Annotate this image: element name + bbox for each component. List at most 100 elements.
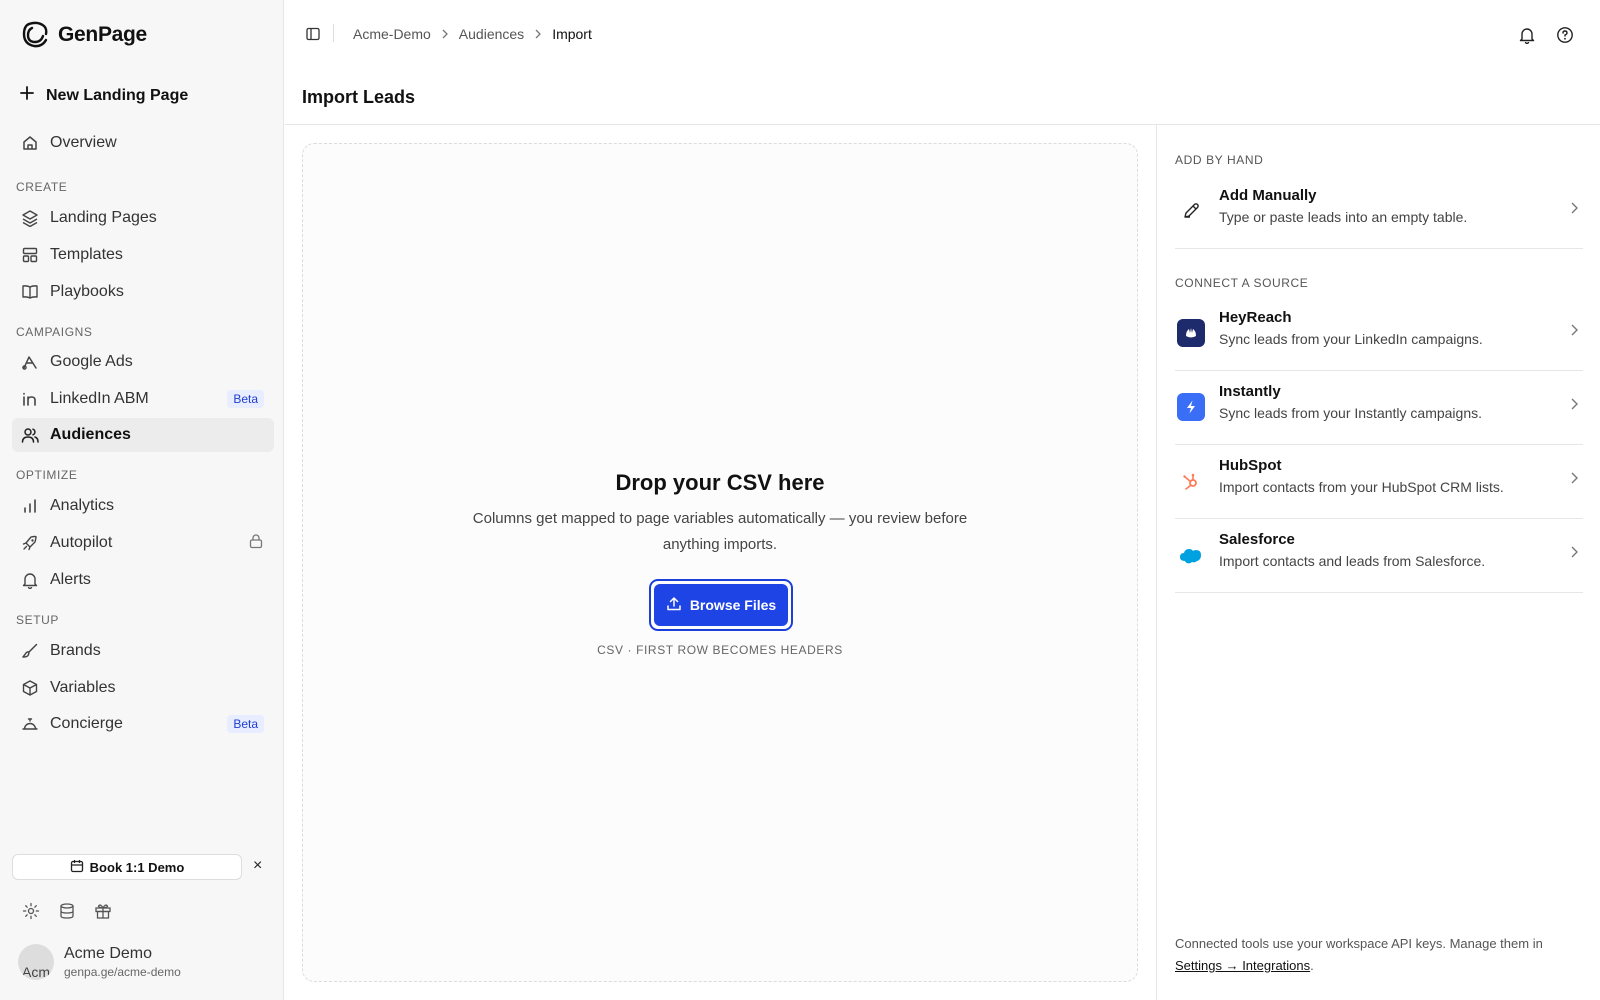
sidebar-item-concierge[interactable]: Concierge Beta xyxy=(12,707,274,741)
source-title: HeyReach xyxy=(1219,309,1292,326)
dropzone-hint: CSV · FIRST ROW BECOMES HEADERS xyxy=(597,643,843,657)
new-landing-page-button[interactable]: New Landing Page xyxy=(20,86,188,105)
notification-bell-icon[interactable] xyxy=(1518,26,1536,49)
chevron-right-icon xyxy=(1569,323,1579,342)
panel-footer-note: Connected tools use your workspace API k… xyxy=(1175,933,1585,977)
book-demo-label: Book 1:1 Demo xyxy=(89,859,185,875)
sidebar-item-label: Variables xyxy=(50,679,116,696)
section-label-optimize: OPTIMIZE xyxy=(16,468,78,482)
dropzone-title: Drop your CSV here xyxy=(615,470,825,495)
source-description: Import contacts from your HubSpot CRM li… xyxy=(1219,479,1504,495)
breadcrumb-item-workspace[interactable]: Acme-Demo xyxy=(353,26,431,42)
dropzone-description: Columns get mapped to page variables aut… xyxy=(472,510,968,553)
sidebar-item-analytics[interactable]: Analytics xyxy=(12,489,274,523)
source-title: Instantly xyxy=(1219,383,1281,400)
source-hubspot[interactable]: HubSpot Import contacts from your HubSpo… xyxy=(1175,445,1583,519)
database-icon[interactable] xyxy=(58,902,76,925)
source-description: Sync leads from your Instantly campaigns… xyxy=(1219,405,1483,421)
source-title: HubSpot xyxy=(1219,457,1282,474)
source-title: Add Manually xyxy=(1219,187,1317,204)
sidebar-item-audiences[interactable]: Audiences xyxy=(12,418,274,452)
chevron-right-icon xyxy=(1569,201,1579,220)
logo[interactable]: GenPage xyxy=(20,20,147,50)
source-add-manually[interactable]: Add Manually Type or paste leads into an… xyxy=(1175,175,1583,249)
section-label-setup: SETUP xyxy=(16,613,60,627)
help-icon[interactable] xyxy=(1556,26,1574,49)
sidebar-item-brands[interactable]: Brands xyxy=(12,634,274,668)
sidebar-item-linkedin-abm[interactable]: LinkedIn ABM Beta xyxy=(12,382,274,416)
top-bar: Acme-Demo Audiences Import xyxy=(285,0,1600,70)
bell-icon xyxy=(20,570,40,590)
sidebar-footer-icons xyxy=(22,902,112,925)
lock-icon xyxy=(248,533,264,554)
pencil-icon xyxy=(1177,197,1205,225)
sidebar-item-label: Playbooks xyxy=(50,283,124,300)
sidebar-item-label: LinkedIn ABM xyxy=(50,390,149,407)
divider xyxy=(333,24,334,42)
genpage-logo-icon xyxy=(22,21,48,48)
heyreach-icon xyxy=(1177,319,1205,347)
chevron-right-icon xyxy=(1569,471,1579,490)
sidebar-item-label: Audiences xyxy=(50,426,131,443)
sidebar-item-label: Autopilot xyxy=(50,534,113,551)
source-salesforce[interactable]: Salesforce Import contacts and leads fro… xyxy=(1175,519,1583,593)
salesforce-icon xyxy=(1177,541,1205,569)
new-landing-page-label: New Landing Page xyxy=(46,86,189,104)
upload-icon xyxy=(666,596,682,615)
sidebar-item-overview[interactable]: Overview xyxy=(12,126,274,160)
sidebar-item-playbooks[interactable]: Playbooks xyxy=(12,275,274,309)
sidebar-toggle-icon[interactable] xyxy=(305,26,321,47)
add-by-hand-label: ADD BY HAND xyxy=(1175,153,1264,167)
user-url: genpa.ge/acme-demo xyxy=(64,965,181,979)
chevron-right-icon xyxy=(441,26,449,42)
users-icon xyxy=(20,425,40,445)
gift-icon[interactable] xyxy=(94,902,112,925)
sidebar-item-variables[interactable]: Variables xyxy=(12,671,274,705)
sidebar: GenPage New Landing Page Overview CREATE… xyxy=(0,0,284,1000)
top-icons xyxy=(1518,26,1574,49)
beta-badge: Beta xyxy=(227,390,264,408)
browse-files-focus-ring: Browse Files xyxy=(649,579,793,631)
breadcrumb-item-audiences[interactable]: Audiences xyxy=(459,26,524,42)
sidebar-item-templates[interactable]: Templates xyxy=(12,238,274,272)
brush-icon xyxy=(20,641,40,661)
section-label-create: CREATE xyxy=(16,180,68,194)
sidebar-item-alerts[interactable]: Alerts xyxy=(12,563,274,597)
avatar: Acm xyxy=(18,944,54,980)
rocket-icon xyxy=(20,533,40,553)
user-name: Acme Demo xyxy=(64,945,153,962)
instantly-icon xyxy=(1177,393,1205,421)
footer-text: Connected tools use your workspace API k… xyxy=(1175,936,1543,951)
connect-source-label: CONNECT A SOURCE xyxy=(1175,276,1309,290)
page-title: Import Leads xyxy=(302,87,416,107)
source-title: Salesforce xyxy=(1219,531,1295,548)
beta-badge: Beta xyxy=(227,715,264,733)
linkedin-icon xyxy=(20,389,40,409)
chevron-right-icon xyxy=(1569,397,1579,416)
user-profile[interactable]: Acm Acme Demo genpa.ge/acme-demo xyxy=(18,944,181,980)
source-description: Type or paste leads into an empty table. xyxy=(1219,209,1468,225)
browse-files-button[interactable]: Browse Files xyxy=(654,584,788,626)
sidebar-item-google-ads[interactable]: Google Ads xyxy=(12,345,274,379)
sidebar-item-label: Brands xyxy=(50,642,101,659)
section-label-campaigns: CAMPAIGNS xyxy=(16,325,93,339)
breadcrumb: Acme-Demo Audiences Import xyxy=(353,26,592,42)
sidebar-item-autopilot[interactable]: Autopilot xyxy=(12,526,274,560)
sidebar-item-label: Landing Pages xyxy=(50,209,157,226)
close-icon[interactable]: × xyxy=(253,857,262,875)
sidebar-item-label: Concierge xyxy=(50,715,123,732)
bar-chart-icon xyxy=(20,496,40,516)
footer-end: . xyxy=(1310,958,1314,973)
csv-dropzone[interactable]: Drop your CSV here Columns get mapped to… xyxy=(302,143,1138,982)
sidebar-item-landing-pages[interactable]: Landing Pages xyxy=(12,201,274,235)
gear-icon[interactable] xyxy=(22,902,40,925)
layout-icon xyxy=(20,245,40,265)
source-instantly[interactable]: Instantly Sync leads from your Instantly… xyxy=(1175,371,1583,445)
settings-integrations-link[interactable]: Settings → Integrations xyxy=(1175,958,1310,973)
book-demo-button[interactable]: Book 1:1 Demo xyxy=(12,854,242,880)
source-heyreach[interactable]: HeyReach Sync leads from your LinkedIn c… xyxy=(1175,297,1583,371)
app-name: GenPage xyxy=(58,23,147,46)
calendar-icon xyxy=(70,859,84,876)
sidebar-item-label: Alerts xyxy=(50,571,91,588)
book-open-icon xyxy=(20,282,40,302)
